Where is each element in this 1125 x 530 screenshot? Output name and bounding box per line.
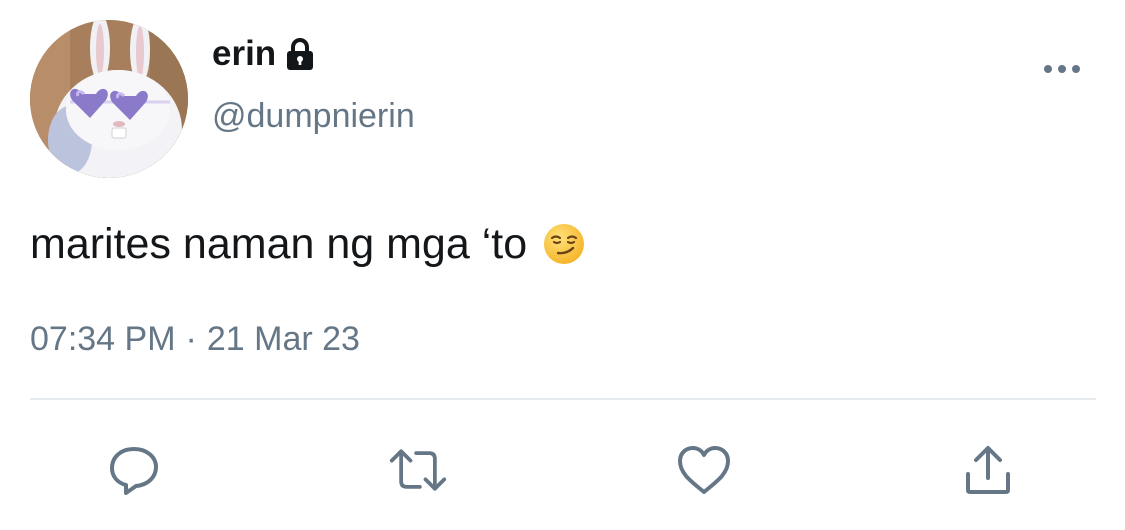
- tweet-date: 21 Mar 23: [206, 320, 360, 358]
- display-name[interactable]: erin: [212, 32, 276, 76]
- tweet-text: marites naman ng mga ‘to: [30, 218, 585, 270]
- tweet-card: erin @dumpnierin marites naman ng mga ‘t…: [0, 0, 1125, 530]
- share-icon: [966, 446, 1010, 494]
- smirking-face-emoji-icon: [543, 223, 585, 265]
- reply-icon: [110, 447, 158, 495]
- reply-button[interactable]: [104, 440, 164, 500]
- tweet-time: 07:34 PM: [30, 320, 176, 358]
- user-handle[interactable]: @dumpnierin: [212, 96, 415, 136]
- timestamp-separator: ·: [185, 320, 197, 358]
- lock-icon: [284, 38, 316, 72]
- user-name-row: erin: [212, 32, 316, 76]
- tweet-text-content: marites naman ng mga ‘to: [30, 220, 528, 268]
- heart-icon: [678, 446, 730, 494]
- share-button[interactable]: [958, 440, 1018, 500]
- retweet-icon: [389, 449, 447, 491]
- tweet-timestamp[interactable]: 07:34 PM · 21 Mar 23: [30, 318, 360, 360]
- retweet-button[interactable]: [388, 440, 448, 500]
- like-button[interactable]: [674, 440, 734, 500]
- divider: [30, 398, 1096, 400]
- avatar[interactable]: [30, 20, 188, 178]
- more-options-icon[interactable]: [1040, 52, 1084, 86]
